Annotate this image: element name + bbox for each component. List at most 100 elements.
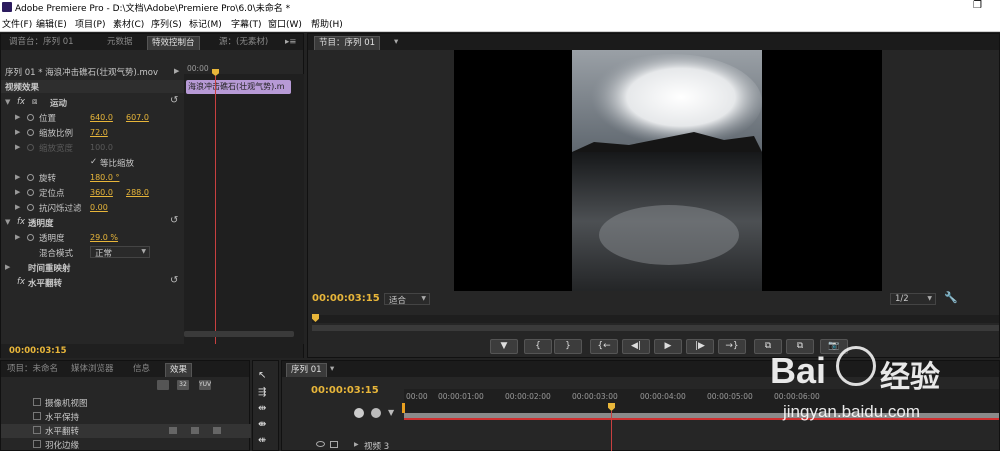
expand-triangle-icon[interactable]: ▶ bbox=[15, 173, 20, 181]
expand-triangle-icon[interactable]: ▶ bbox=[15, 203, 20, 211]
tab-audio-mixer[interactable]: 调音台：序列 01 bbox=[5, 36, 78, 50]
stopwatch-icon[interactable] bbox=[27, 129, 34, 136]
menu-window[interactable]: 窗口(W) bbox=[268, 17, 302, 30]
tab-info[interactable]: 信息 bbox=[129, 363, 154, 377]
menu-sequence[interactable]: 序列(S) bbox=[151, 17, 182, 30]
collapse-triangle-icon[interactable]: ▼ bbox=[5, 98, 10, 106]
expand-triangle-icon[interactable]: ▶ bbox=[354, 441, 359, 448]
reset-icon[interactable]: ↺ bbox=[170, 275, 178, 286]
add-marker-icon[interactable]: ▼ bbox=[388, 408, 394, 417]
reset-icon[interactable]: ↺ bbox=[170, 215, 178, 226]
menu-clip[interactable]: 素材(C) bbox=[113, 17, 144, 30]
tab-program[interactable]: 节目：序列 01 bbox=[314, 36, 381, 50]
track-select-tool-icon[interactable]: ⇶ bbox=[258, 387, 266, 398]
program-zoom-bar[interactable] bbox=[312, 325, 999, 331]
close-tab-icon[interactable]: ▾ bbox=[326, 363, 338, 377]
program-timecode[interactable]: 00:00:03:15 bbox=[312, 293, 380, 304]
tab-source[interactable]: 源：(无素材) bbox=[215, 36, 272, 50]
panel-menu-icon[interactable]: ▸≡ bbox=[281, 36, 300, 50]
expand-triangle-icon[interactable]: ▶ bbox=[15, 188, 20, 196]
tab-metadata[interactable]: 元数据 bbox=[103, 36, 137, 50]
go-to-in-button[interactable]: {← bbox=[590, 339, 618, 354]
wrench-icon[interactable]: 🔧 bbox=[944, 291, 958, 304]
eye-icon[interactable] bbox=[316, 441, 325, 447]
fit-dropdown[interactable]: 适合 ▼ bbox=[384, 293, 430, 306]
tab-effects[interactable]: 效果 bbox=[165, 363, 193, 377]
menu-marker[interactable]: 标记(M) bbox=[189, 17, 222, 30]
tab-project[interactable]: 项目：未命名 bbox=[3, 363, 62, 377]
anchor-y-value[interactable]: 288.0 bbox=[126, 188, 149, 197]
anchor-x-value[interactable]: 360.0 bbox=[90, 188, 113, 197]
menu-project[interactable]: 项目(P) bbox=[75, 17, 105, 30]
tab-sequence[interactable]: 序列 01 bbox=[286, 363, 327, 377]
stopwatch-icon[interactable] bbox=[27, 114, 34, 121]
menu-edit[interactable]: 编辑(E) bbox=[36, 17, 67, 30]
list-item[interactable]: 羽化边缘 bbox=[1, 438, 251, 451]
ec-playhead-line bbox=[215, 76, 216, 346]
position-y-value[interactable]: 607.0 bbox=[126, 113, 149, 122]
antiflicker-row: ▶ 抗闪烁过滤 0.00 bbox=[1, 200, 184, 215]
restore-icon[interactable]: ❐ bbox=[973, 0, 982, 11]
stopwatch-icon[interactable] bbox=[27, 189, 34, 196]
horizontal-flip-row[interactable]: fx 水平翻转 ↺ bbox=[1, 275, 184, 290]
premiere-logo-icon bbox=[2, 2, 12, 12]
expand-arrow-icon[interactable]: ▶ bbox=[174, 67, 179, 75]
reset-icon[interactable]: ↺ bbox=[170, 95, 178, 106]
expand-triangle-icon[interactable]: ▶ bbox=[15, 233, 20, 241]
clip-bar[interactable]: 海浪冲击礁石(壮观气势).m bbox=[186, 80, 291, 94]
add-marker-button[interactable]: ▼ bbox=[490, 339, 518, 354]
resolution-dropdown[interactable]: 1/2 ▼ bbox=[890, 293, 936, 305]
lock-icon[interactable] bbox=[330, 441, 338, 448]
step-forward-button[interactable]: |▶ bbox=[686, 339, 714, 354]
menu-help[interactable]: 帮助(H) bbox=[311, 17, 343, 30]
32bit-effects-icon[interactable]: 32 bbox=[177, 380, 189, 390]
rotation-value[interactable]: 180.0 ° bbox=[90, 173, 119, 182]
menu-title[interactable]: 字幕(T) bbox=[231, 17, 262, 30]
expand-triangle-icon[interactable]: ▶ bbox=[15, 113, 20, 121]
stopwatch-icon[interactable] bbox=[27, 174, 34, 181]
scale-value[interactable]: 72.0 bbox=[90, 128, 108, 137]
play-button[interactable]: ▶ bbox=[654, 339, 682, 354]
ec-current-timecode[interactable]: 00:00:03:15 bbox=[9, 346, 67, 356]
list-item[interactable]: 摄像机视图 bbox=[1, 396, 251, 410]
snap-icon[interactable] bbox=[354, 408, 364, 418]
step-back-button[interactable]: ◀| bbox=[622, 339, 650, 354]
fx-icon: fx bbox=[17, 97, 26, 107]
selection-tool-icon[interactable]: ↖ bbox=[258, 370, 266, 381]
expand-triangle-icon[interactable]: ▶ bbox=[5, 263, 10, 271]
uniform-scale-checkbox[interactable]: ✓ bbox=[90, 157, 97, 167]
yuv-effects-icon[interactable]: YUV bbox=[199, 380, 211, 390]
go-to-out-button[interactable]: →} bbox=[718, 339, 746, 354]
list-item[interactable]: 水平保持 bbox=[1, 410, 251, 424]
mark-out-button[interactable]: } bbox=[554, 339, 582, 354]
position-x-value[interactable]: 640.0 bbox=[90, 113, 113, 122]
mark-in-button[interactable]: { bbox=[524, 339, 552, 354]
ripple-edit-tool-icon[interactable]: ⇹ bbox=[258, 403, 266, 414]
close-tab-icon[interactable]: ▾ bbox=[390, 36, 402, 50]
effect-name: 水平保持 bbox=[45, 413, 80, 423]
opacity-section-row[interactable]: ▼ fx 透明度 ↺ bbox=[1, 215, 184, 230]
rolling-edit-tool-icon[interactable]: ⇼ bbox=[258, 419, 266, 430]
set-marker-icon[interactable] bbox=[371, 408, 381, 418]
antiflicker-value[interactable]: 0.00 bbox=[90, 203, 108, 212]
program-ruler[interactable] bbox=[312, 315, 999, 323]
opacity-value[interactable]: 29.0 % bbox=[90, 233, 118, 242]
menu-file[interactable]: 文件(F) bbox=[2, 17, 32, 30]
blend-mode-dropdown[interactable]: 正常 ▼ bbox=[90, 246, 150, 259]
motion-transform-icon[interactable]: ⧈ bbox=[32, 97, 37, 107]
stopwatch-icon[interactable] bbox=[27, 204, 34, 211]
collapse-triangle-icon[interactable]: ▼ bbox=[5, 218, 10, 226]
in-point-marker[interactable] bbox=[402, 403, 405, 413]
time-remap-row[interactable]: ▶ 时间重映射 bbox=[1, 260, 184, 275]
list-item[interactable]: 水平翻转 bbox=[1, 424, 251, 438]
scale-width-value: 100.0 bbox=[90, 143, 113, 152]
expand-triangle-icon[interactable]: ▶ bbox=[15, 128, 20, 136]
ec-scrollbar[interactable] bbox=[184, 331, 294, 337]
motion-row[interactable]: ▼ fx ⧈ 运动 ↺ bbox=[1, 95, 184, 110]
rate-stretch-tool-icon[interactable]: ⇺ bbox=[258, 435, 266, 446]
tab-media-browser[interactable]: 媒体浏览器 bbox=[67, 363, 118, 377]
tab-effect-controls[interactable]: 特效控制台 bbox=[147, 36, 200, 50]
accelerated-effects-icon[interactable] bbox=[157, 380, 169, 390]
stopwatch-icon[interactable] bbox=[27, 234, 34, 241]
timeline-timecode[interactable]: 00:00:03:15 bbox=[311, 385, 379, 396]
